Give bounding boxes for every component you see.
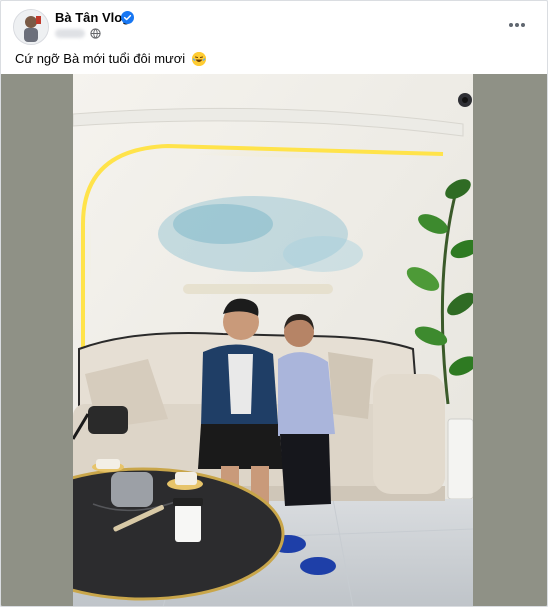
post-meta [55, 28, 115, 40]
post-header: Bà Tân Vlog [1, 1, 547, 47]
globe-icon [90, 28, 101, 39]
post-caption: Cứ ngỡ Bà mới tuổi đôi mươi [15, 51, 206, 66]
post-card: Bà Tân Vlog Cứ ngỡ Bà mới tuổi đôi mươi [0, 0, 548, 607]
post-photo-container [1, 74, 547, 606]
laughing-face-icon [191, 52, 206, 66]
verified-badge-icon [121, 11, 134, 24]
more-options-icon[interactable] [506, 14, 528, 36]
author-name[interactable]: Bà Tân Vlog [55, 10, 130, 25]
caption-text: Cứ ngỡ Bà mới tuổi đôi mươi [15, 51, 186, 66]
post-timestamp-blurred[interactable] [55, 29, 85, 38]
author-avatar[interactable] [13, 9, 49, 45]
post-photo[interactable] [73, 74, 473, 606]
